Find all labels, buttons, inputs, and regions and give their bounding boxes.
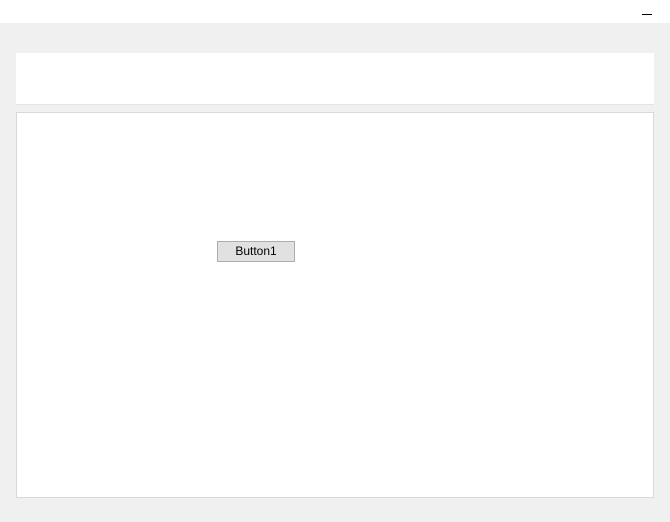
button1[interactable]: Button1	[217, 241, 295, 262]
main-panel: Button1	[16, 112, 654, 498]
window-titlebar	[0, 0, 670, 23]
minimize-icon	[642, 14, 652, 15]
minimize-button[interactable]	[624, 0, 670, 23]
window-controls	[624, 0, 670, 23]
content-area: Button1	[0, 23, 670, 514]
upper-panel	[16, 53, 654, 105]
